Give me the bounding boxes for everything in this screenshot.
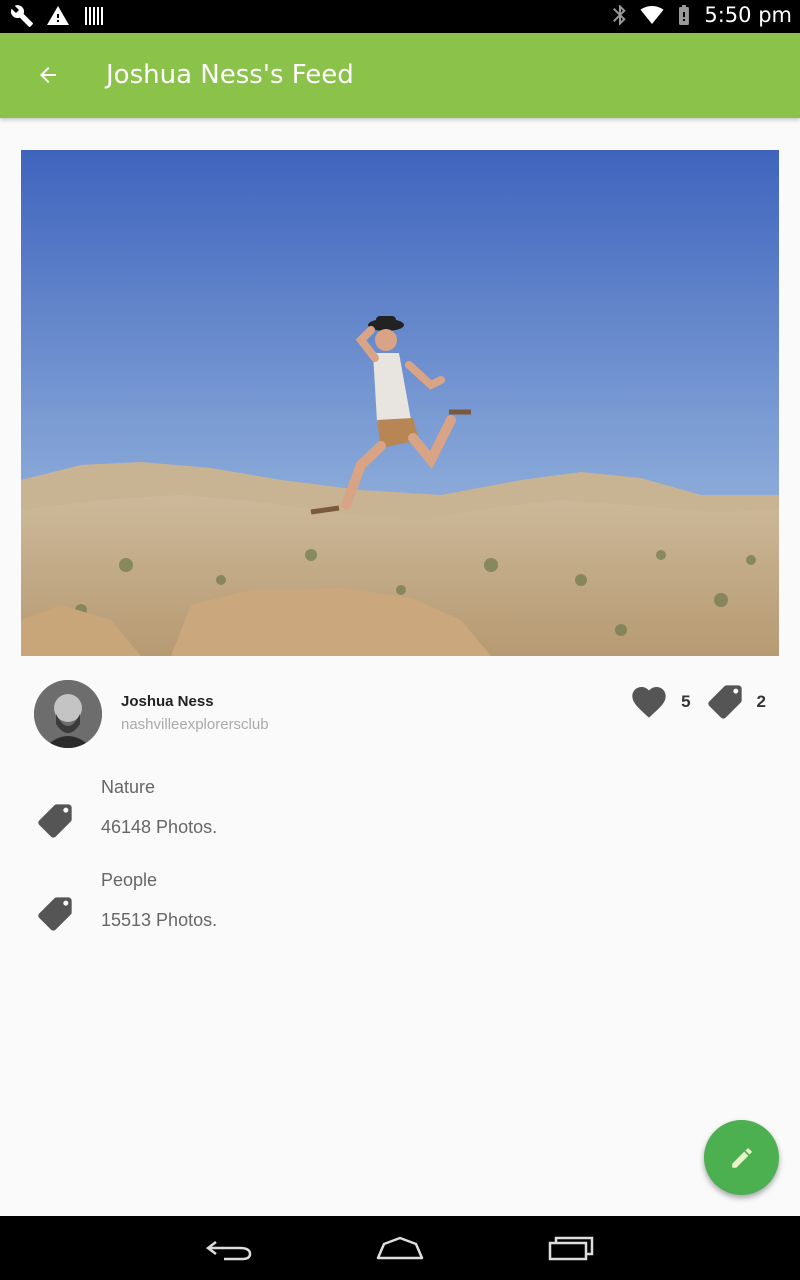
barcode-icon: [85, 7, 103, 25]
tags-count: 2: [756, 692, 766, 711]
tag-icon[interactable]: [705, 682, 745, 722]
status-time: 5:50 pm: [704, 3, 792, 27]
arrow-left-icon: [40, 67, 56, 83]
author-username: nashvilleexplorersclub: [121, 716, 269, 733]
pencil-icon: [731, 1147, 752, 1168]
battery-icon: [679, 5, 690, 25]
feed-photo[interactable]: [21, 150, 779, 656]
avatar-image: [34, 680, 102, 748]
nav-recents-button[interactable]: [540, 1230, 600, 1266]
status-right-icons: 5:50 pm: [608, 3, 792, 27]
heart-icon[interactable]: [629, 682, 669, 722]
tag-item-nature[interactable]: Nature 46148 Photos.: [0, 777, 800, 857]
tag-photo-count: 15513 Photos.: [101, 910, 218, 930]
tag-icon: [38, 804, 72, 838]
tag-name: Nature: [101, 777, 156, 797]
navigation-bar: [0, 1216, 800, 1280]
status-bar: 5:50 pm: [0, 0, 800, 33]
page-title: Joshua Ness's Feed: [106, 60, 354, 90]
warning-icon: [47, 6, 69, 25]
app-bar: Joshua Ness's Feed: [0, 33, 800, 118]
nav-back-button[interactable]: [200, 1230, 260, 1266]
photo-stats: 5 2: [629, 682, 766, 722]
edit-fab-button[interactable]: [704, 1120, 779, 1195]
wifi-icon: [640, 6, 664, 24]
back-button[interactable]: [28, 55, 68, 95]
author-name[interactable]: Joshua Ness: [121, 693, 214, 710]
tag-icon: [38, 897, 72, 931]
back-nav-icon: [206, 1241, 252, 1261]
bluetooth-icon: [613, 5, 627, 25]
wrench-icon: [10, 5, 33, 27]
tag-photo-count: 46148 Photos.: [101, 817, 218, 837]
tag-item-people[interactable]: People 15513 Photos.: [0, 870, 800, 950]
home-nav-icon: [376, 1236, 424, 1260]
likes-count: 5: [681, 692, 691, 711]
tag-name: People: [101, 870, 158, 890]
recents-nav-icon: [548, 1236, 594, 1261]
status-left-icons: [10, 4, 106, 28]
photo-image: [21, 150, 779, 656]
nav-home-button[interactable]: [370, 1230, 430, 1266]
avatar[interactable]: [34, 680, 102, 748]
